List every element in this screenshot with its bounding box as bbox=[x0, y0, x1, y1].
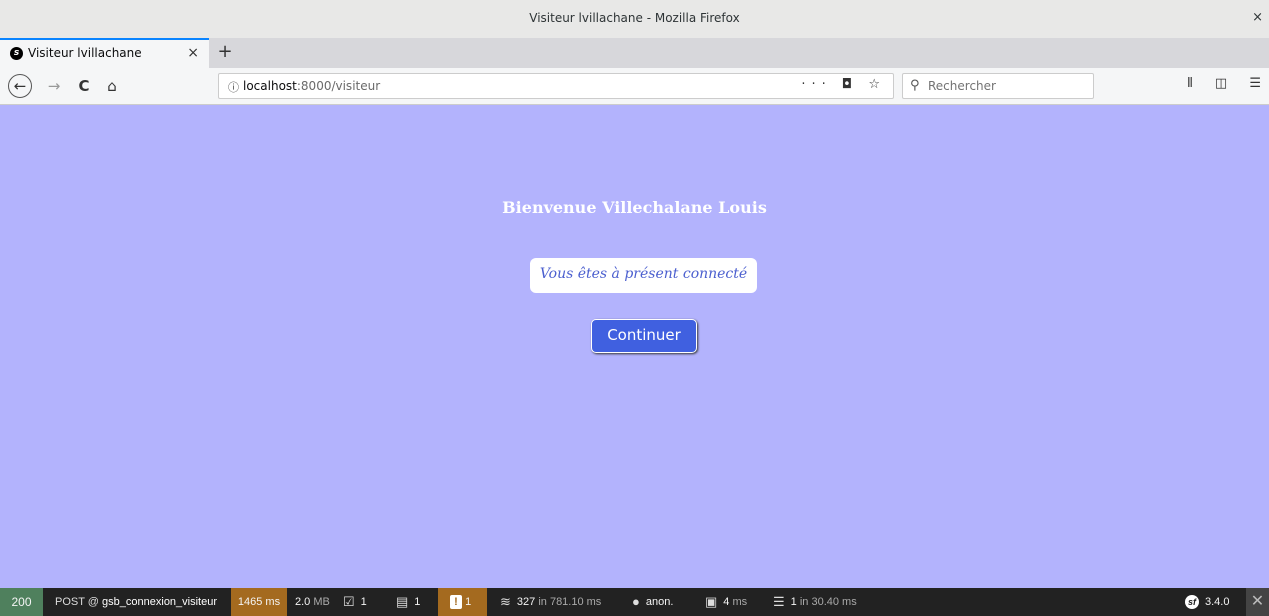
connected-message-box: Vous êtes à présent connecté bbox=[530, 258, 757, 293]
cache-panel[interactable]: ▣ 4 ms bbox=[705, 588, 747, 616]
clipboard-icon: ▤ bbox=[396, 594, 409, 610]
tab-label: Visiteur lvillachane bbox=[28, 46, 142, 60]
symfony-icon: s bbox=[10, 47, 23, 60]
layers-icon: ≋ bbox=[500, 594, 511, 610]
request-time[interactable]: 1465 ms bbox=[231, 588, 287, 616]
warning-icon: ! bbox=[450, 595, 462, 610]
tab-bar: s Visiteur lvillachane × + bbox=[0, 38, 1269, 68]
url-bar[interactable]: ⓘ localhost:8000/visiteur ··· ◘ ☆ bbox=[218, 73, 894, 99]
tab-visiteur[interactable]: s Visiteur lvillachane × bbox=[0, 38, 209, 68]
warnings-panel[interactable]: ! 1 bbox=[438, 588, 487, 616]
toolbar-close-button[interactable]: ✕ bbox=[1246, 588, 1269, 616]
sidebar-icon[interactable]: ◫ bbox=[1215, 76, 1227, 91]
library-icon[interactable]: ⫴ bbox=[1187, 76, 1192, 91]
user-icon: ● bbox=[632, 594, 640, 610]
search-input[interactable]: Rechercher bbox=[928, 79, 996, 93]
request-route[interactable]: POST @ gsb_connexion_visiteur bbox=[43, 588, 217, 616]
logs-panel[interactable]: ▤ 1 bbox=[396, 588, 420, 616]
symfony-debug-toolbar: 200 POST @ gsb_connexion_visiteur 1465 m… bbox=[0, 588, 1269, 616]
forward-button[interactable]: → bbox=[44, 74, 64, 98]
window-title: Visiteur lvillachane - Mozilla Firefox bbox=[529, 11, 740, 25]
home-button[interactable]: ⌂ bbox=[102, 74, 122, 98]
navigation-bar: ← → C ⌂ ⓘ localhost:8000/visiteur ··· ◘ … bbox=[0, 68, 1269, 105]
search-icon: ⚲ bbox=[910, 78, 920, 93]
cache-icon: ▣ bbox=[705, 594, 718, 610]
url-text: localhost:8000/visiteur bbox=[243, 79, 381, 93]
connected-message: Vous êtes à présent connecté bbox=[539, 266, 748, 282]
back-button[interactable]: ← bbox=[8, 74, 32, 98]
window-close-button[interactable]: × bbox=[1252, 10, 1263, 25]
twig-panel[interactable]: ≋ 327 in 781.10 ms bbox=[500, 588, 601, 616]
menu-icon[interactable]: ☰ bbox=[1249, 76, 1261, 91]
security-panel[interactable]: ● anon. bbox=[632, 588, 673, 616]
status-code[interactable]: 200 bbox=[0, 588, 43, 616]
database-icon: ☰ bbox=[773, 594, 785, 610]
info-icon[interactable]: ⓘ bbox=[228, 79, 239, 95]
toolbar-right: ⫴ ◫ ☰ bbox=[1169, 76, 1261, 91]
search-box[interactable]: ⚲ Rechercher bbox=[902, 73, 1094, 99]
continue-button[interactable]: Continuer bbox=[591, 319, 697, 353]
window-titlebar: Visiteur lvillachane - Mozilla Firefox × bbox=[0, 0, 1269, 38]
symfony-version[interactable]: sf 3.4.0 bbox=[1185, 588, 1229, 616]
welcome-heading: Bienvenue Villechalane Louis bbox=[502, 198, 767, 217]
symfony-logo-icon: sf bbox=[1185, 595, 1199, 610]
memory-usage[interactable]: 2.0 MB bbox=[295, 588, 330, 616]
new-tab-button[interactable]: + bbox=[216, 41, 234, 63]
page-content: Bienvenue Villechalane Louis Vous êtes à… bbox=[0, 105, 1269, 588]
checkbox-icon: ☑ bbox=[343, 594, 355, 610]
tab-close-icon[interactable]: × bbox=[187, 45, 199, 61]
reload-button[interactable]: C bbox=[74, 74, 94, 98]
forms-panel[interactable]: ☑ 1 bbox=[343, 588, 367, 616]
page-actions-icons[interactable]: ··· ◘ ☆ bbox=[801, 77, 886, 92]
database-panel[interactable]: ☰ 1 in 30.40 ms bbox=[773, 588, 857, 616]
